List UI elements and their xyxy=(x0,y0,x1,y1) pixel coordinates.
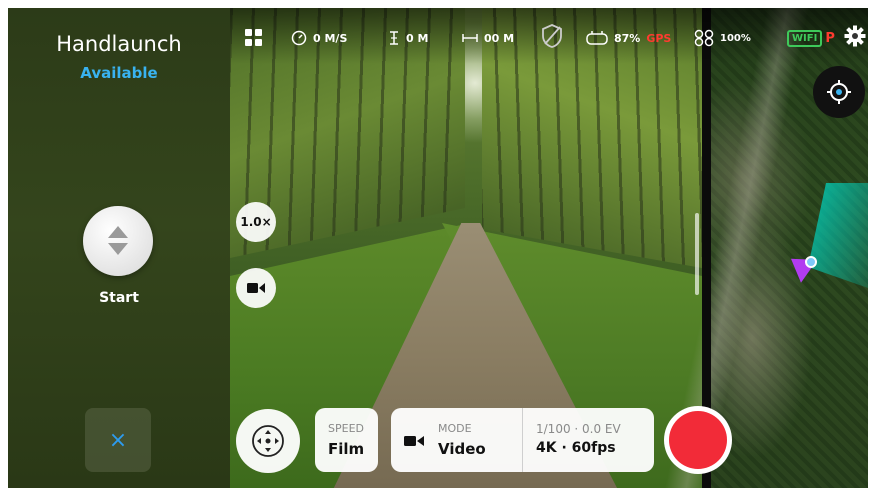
speed-value: 0 M/S xyxy=(313,31,348,45)
exposure-value: 1/100 · 0.0 EV xyxy=(536,422,621,436)
drone-signal-icon xyxy=(694,29,714,47)
settings-button[interactable] xyxy=(844,25,868,47)
start-button[interactable] xyxy=(83,206,153,276)
gps-status: GPS xyxy=(646,31,672,45)
record-icon xyxy=(669,411,727,469)
speed-mode-card[interactable]: SPEED Film xyxy=(315,408,378,472)
obstacle-avoidance-status[interactable] xyxy=(542,24,568,48)
resolution-value: 4K · 60fps xyxy=(536,440,616,456)
camera-settings-card[interactable]: MODE Video 1/100 · 0.0 EV 4K · 60fps xyxy=(391,408,654,472)
distance-readout: 00 M xyxy=(462,28,514,48)
flight-mode: P xyxy=(825,30,835,46)
start-arrow-down-icon xyxy=(108,243,128,255)
controller-battery: 87% GPS xyxy=(586,28,671,48)
handlaunch-panel: Handlaunch Available Start × xyxy=(8,8,230,488)
start-label: Start xyxy=(99,290,139,306)
card-divider xyxy=(522,408,523,472)
wifi-icon: WIFI xyxy=(787,29,823,47)
distance-value: 00 M xyxy=(484,31,515,45)
speed-mode-value: Film xyxy=(328,440,365,458)
grid-icon xyxy=(245,29,262,46)
speed-readout: 0 M/S xyxy=(291,28,347,48)
close-icon: × xyxy=(108,427,128,453)
altitude-icon xyxy=(390,31,398,45)
speed-mode-label: SPEED xyxy=(328,422,364,435)
zoom-value: 1.0× xyxy=(240,215,272,229)
battery-value: 87% xyxy=(614,31,641,45)
wifi-status: WIFI P xyxy=(787,28,835,48)
locate-icon xyxy=(827,80,851,104)
camera-mode-label: MODE xyxy=(438,422,472,435)
camera-mode-value: Video xyxy=(438,440,486,458)
record-button[interactable] xyxy=(664,406,732,474)
signal-value: 100% xyxy=(720,32,751,44)
locate-button[interactable] xyxy=(813,66,865,118)
grid-menu-button[interactable] xyxy=(245,28,269,48)
altitude-readout: 0 M xyxy=(388,28,428,48)
signal-strength: 100% xyxy=(694,28,751,48)
capture-mode-button[interactable] xyxy=(236,268,276,308)
app-screen: Handlaunch Available Start × 0 M/S 0 M 0… xyxy=(8,8,868,488)
handlaunch-title: Handlaunch xyxy=(56,32,182,56)
video-camera-icon xyxy=(247,283,265,293)
zoom-button[interactable]: 1.0× xyxy=(236,202,276,242)
speedometer-icon xyxy=(291,30,307,46)
map-resize-handle[interactable] xyxy=(695,213,699,295)
controller-icon xyxy=(586,31,608,45)
close-button[interactable]: × xyxy=(85,408,151,472)
mode-video-icon xyxy=(404,436,424,446)
start-arrows-icon xyxy=(108,226,128,238)
joystick-icon xyxy=(252,425,284,457)
gear-icon xyxy=(844,25,866,47)
joystick-button[interactable] xyxy=(236,409,300,473)
handlaunch-status: Available xyxy=(80,64,158,82)
altitude-value: 0 M xyxy=(406,31,429,45)
distance-icon xyxy=(462,34,478,42)
shield-icon xyxy=(542,24,562,48)
home-point-icon xyxy=(805,256,817,268)
